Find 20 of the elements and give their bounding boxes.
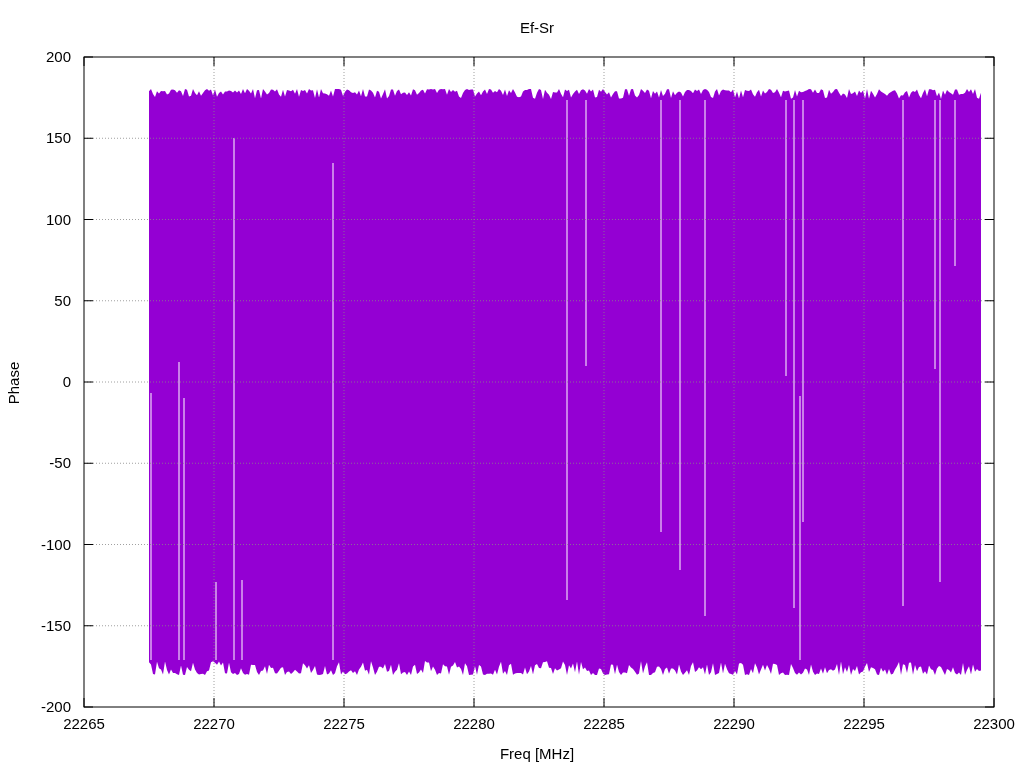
chart-title: Ef-Sr [519,19,555,36]
x-tick-label: 22265 [63,715,105,732]
x-tick-label: 22270 [193,715,235,732]
y-tick-label: -200 [40,698,71,715]
y-tick-label: 150 [45,129,71,147]
x-tick-label: 22290 [713,715,755,732]
x-tick-label: 22300 [973,715,1015,732]
y-tick-label: 0 [62,373,71,390]
x-tick-label: 22280 [453,715,495,732]
y-tick-label: 200 [45,48,71,65]
x-tick-label: 22275 [323,715,365,732]
y-axis-label: Phase [5,361,22,405]
y-tick-label: -150 [40,616,71,634]
x-axis-label: Freq [MHz] [499,745,575,762]
y-tick-label: -100 [40,535,71,553]
y-tick-label: 50 [54,291,71,309]
y-tick-label: 100 [45,210,71,228]
y-tick-label: -50 [49,454,71,472]
x-tick-label: 22285 [583,715,625,732]
x-tick-label: 22295 [843,715,885,732]
